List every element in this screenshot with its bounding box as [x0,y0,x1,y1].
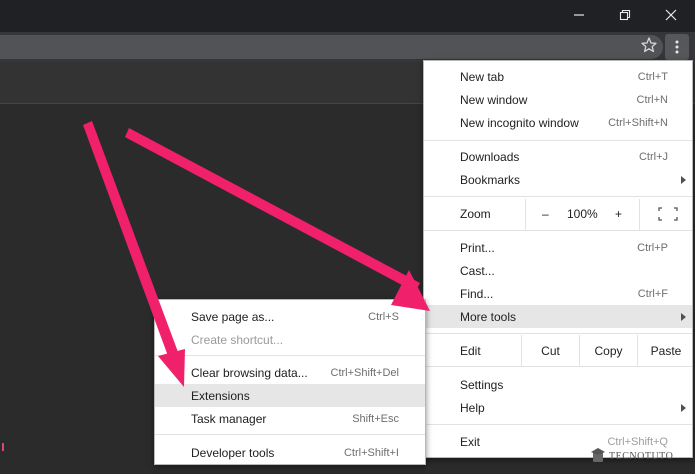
menu-separator [424,140,692,141]
menu-item-label: Settings [460,377,504,392]
zoom-label: Zoom [460,207,491,221]
menu-item-help[interactable]: Help [424,396,692,419]
menu-item-shortcut: Ctrl+J [638,150,668,163]
cut-button[interactable]: Cut [521,335,579,366]
zoom-in-button[interactable]: + [615,207,622,221]
menu-item-shortcut: Ctrl+Shift+Del [330,366,399,379]
submenu-item-developer-tools[interactable]: Developer tools Ctrl+Shift+I [155,441,425,464]
menu-item-label: New window [460,92,528,107]
menu-separator [424,196,692,197]
menu-item-downloads[interactable]: Downloads Ctrl+J [424,145,692,168]
restore-button[interactable] [602,0,648,30]
menu-item-shortcut: Ctrl+S [368,310,399,323]
submenu-item-create-shortcut[interactable]: Create shortcut... [155,328,425,351]
menu-item-label: Cast... [460,263,495,278]
submenu-arrow-icon [681,312,686,321]
fullscreen-icon [658,207,678,221]
menu-item-shortcut: Ctrl+Shift+N [608,116,668,129]
submenu-arrow-icon [681,403,686,412]
menu-separator [424,333,692,334]
star-icon [641,37,657,53]
mortarboard-icon [591,448,605,462]
menu-item-label: Find... [460,286,494,301]
menu-item-more-tools[interactable]: More tools [424,305,692,328]
submenu-item-task-manager[interactable]: Task manager Shift+Esc [155,407,425,430]
watermark: TECNOTUTO [591,448,673,464]
close-window-button[interactable] [648,0,694,30]
title-bar [0,0,695,32]
kebab-menu-icon [675,40,679,54]
menu-separator [155,355,425,356]
menu-separator [424,424,692,425]
menu-item-label: New incognito window [460,115,579,130]
menu-item-label: Clear browsing data... [191,365,308,380]
menu-item-label: More tools [460,309,517,324]
submenu-item-extensions[interactable]: Extensions [155,384,425,407]
menu-item-label: Bookmarks [460,172,521,187]
menu-item-bookmarks[interactable]: Bookmarks [424,168,692,191]
menu-item-label: Help [460,400,485,415]
menu-button[interactable] [665,34,689,60]
minimize-button[interactable] [556,0,602,30]
more-tools-submenu: Save page as... Ctrl+S Create shortcut..… [154,299,426,465]
menu-item-new-window[interactable]: New window Ctrl+N [424,88,692,111]
paste-button[interactable]: Paste [637,335,694,366]
chrome-main-menu: New tab Ctrl+T New window Ctrl+N New inc… [423,60,693,458]
menu-item-label: Extensions [191,388,250,403]
page-marker [2,443,4,451]
menu-item-shortcut: Ctrl+Shift+I [343,446,399,459]
zoom-minus-label: – [542,207,549,221]
zoom-level: 100% [567,207,598,221]
menu-item-find[interactable]: Find... Ctrl+F [424,282,692,305]
browser-toolbar [0,32,695,62]
zoom-row: Zoom – 100% + [424,199,692,230]
menu-item-cast[interactable]: Cast... [424,259,692,282]
submenu-item-save-page-as[interactable]: Save page as... Ctrl+S [155,305,425,328]
submenu-item-clear-browsing-data[interactable]: Clear browsing data... Ctrl+Shift+Del [155,361,425,384]
close-icon [665,9,677,21]
menu-item-label: Print... [460,240,495,255]
minimize-icon [574,14,584,16]
menu-item-label: Save page as... [191,309,275,324]
menu-item-label: New tab [460,69,505,84]
menu-item-shortcut: Ctrl+F [637,287,668,300]
menu-item-label: Task manager [191,411,267,426]
menu-item-shortcut: Ctrl+N [636,93,668,106]
menu-separator [424,366,692,367]
edit-label: Edit [460,344,481,358]
restore-icon [619,9,631,21]
menu-item-label: Downloads [460,149,520,164]
menu-item-shortcut: Shift+Esc [352,412,399,425]
menu-separator [424,230,692,231]
menu-item-shortcut: Ctrl+P [637,241,668,254]
zoom-out-button[interactable]: – [525,199,565,230]
address-bar[interactable] [0,35,663,59]
menu-item-shortcut: Ctrl+Shift+Q [607,435,668,448]
watermark-text: TECNOTUTO [609,450,674,462]
menu-item-label: Exit [460,434,481,449]
menu-item-label: Developer tools [191,445,275,460]
menu-item-new-tab[interactable]: New tab Ctrl+T [424,65,692,88]
menu-item-shortcut: Ctrl+T [637,70,668,83]
menu-item-settings[interactable]: Settings [424,373,692,396]
menu-item-label: Create shortcut... [191,332,284,347]
menu-separator [155,434,425,435]
menu-item-print[interactable]: Print... Ctrl+P [424,236,692,259]
bookmark-star-button[interactable] [640,36,658,54]
copy-button[interactable]: Copy [579,335,637,366]
fullscreen-button[interactable] [639,199,694,230]
submenu-arrow-icon [681,175,686,184]
edit-row: Edit Cut Copy Paste [424,335,692,366]
menu-item-new-incognito-window[interactable]: New incognito window Ctrl+Shift+N [424,111,692,134]
